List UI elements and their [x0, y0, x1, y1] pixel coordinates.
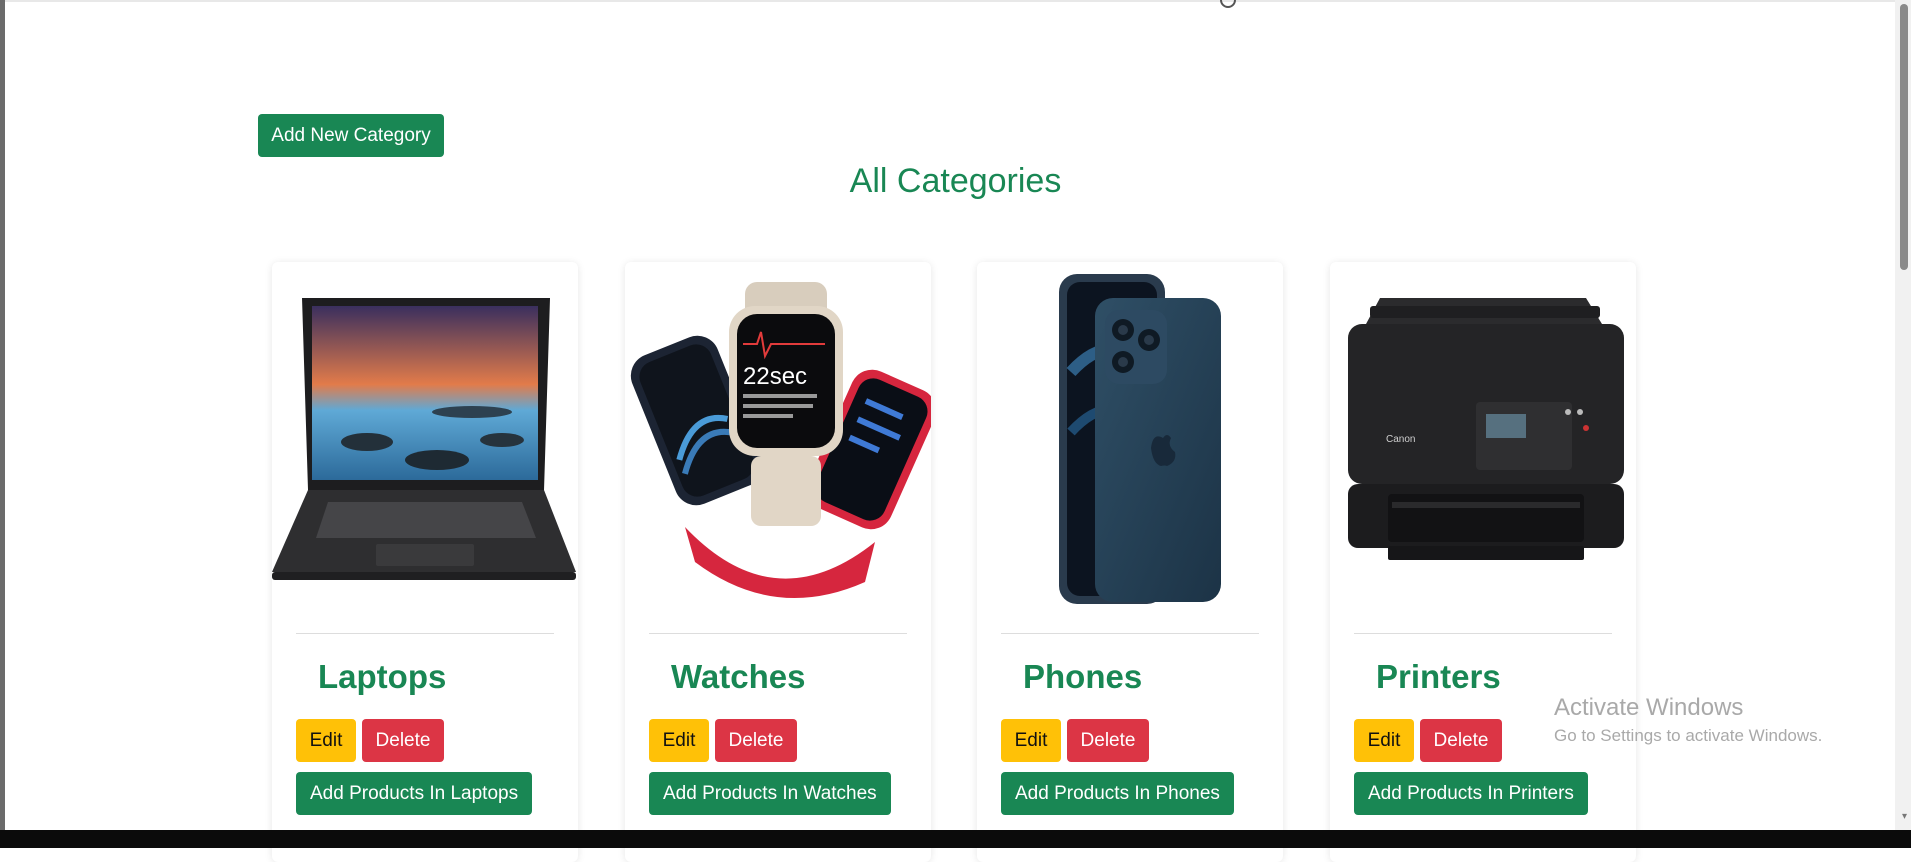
- smartwatch-image: 22sec: [625, 262, 937, 612]
- card-divider: [296, 633, 554, 634]
- category-card-printers: Canon Printers Edit Delete Add Products …: [1330, 262, 1636, 862]
- card-title: Laptops: [318, 658, 447, 695]
- delete-button[interactable]: Delete: [362, 719, 444, 762]
- watermark-subtitle: Go to Settings to activate Windows.: [1554, 726, 1823, 745]
- add-products-button[interactable]: Add Products In Phones: [1001, 772, 1234, 815]
- card-title: Phones: [1023, 658, 1143, 695]
- watermark-title: Activate Windows: [1554, 694, 1744, 721]
- window-top-edge: [5, 0, 1911, 2]
- card-title: Watches: [671, 658, 806, 695]
- window-left-edge: [0, 0, 5, 848]
- delete-button[interactable]: Delete: [715, 719, 797, 762]
- delete-button[interactable]: Delete: [1420, 719, 1502, 762]
- cursor-icon: [1220, 0, 1236, 8]
- bottom-bar: [0, 830, 1911, 848]
- scrollbar-thumb[interactable]: [1900, 4, 1908, 270]
- category-card-phones: Phones Edit Delete Add Products In Phone…: [977, 262, 1283, 862]
- add-new-category-button[interactable]: Add New Category: [258, 114, 444, 157]
- edit-button[interactable]: Edit: [1354, 719, 1414, 762]
- card-divider: [1354, 633, 1612, 634]
- add-products-button[interactable]: Add Products In Watches: [649, 772, 891, 815]
- phone-image: [977, 262, 1283, 612]
- category-card-laptops: Laptops Edit Delete Add Products In Lapt…: [272, 262, 578, 862]
- activate-windows-watermark: Activate Windows Go to Settings to activ…: [1554, 694, 1822, 746]
- add-products-button[interactable]: Add Products In Laptops: [296, 772, 533, 815]
- delete-button[interactable]: Delete: [1067, 719, 1149, 762]
- category-card-watches: 22sec Watches Edit Delete Add Products I…: [625, 262, 937, 862]
- edit-button[interactable]: Edit: [1001, 719, 1061, 762]
- svg-text:22sec: 22sec: [743, 363, 807, 390]
- laptop-image: [272, 262, 578, 612]
- card-title: Printers: [1376, 658, 1501, 695]
- svg-text:Canon: Canon: [1386, 434, 1415, 445]
- vertical-scrollbar[interactable]: ▾: [1895, 0, 1911, 830]
- printer-image: Canon: [1330, 262, 1636, 612]
- card-divider: [649, 633, 907, 634]
- edit-button[interactable]: Edit: [296, 719, 356, 762]
- edit-button[interactable]: Edit: [649, 719, 709, 762]
- page-title: All Categories: [849, 162, 1062, 200]
- add-products-button[interactable]: Add Products In Printers: [1354, 772, 1588, 815]
- scroll-down-arrow-icon[interactable]: ▾: [1902, 812, 1907, 822]
- card-divider: [1001, 633, 1259, 634]
